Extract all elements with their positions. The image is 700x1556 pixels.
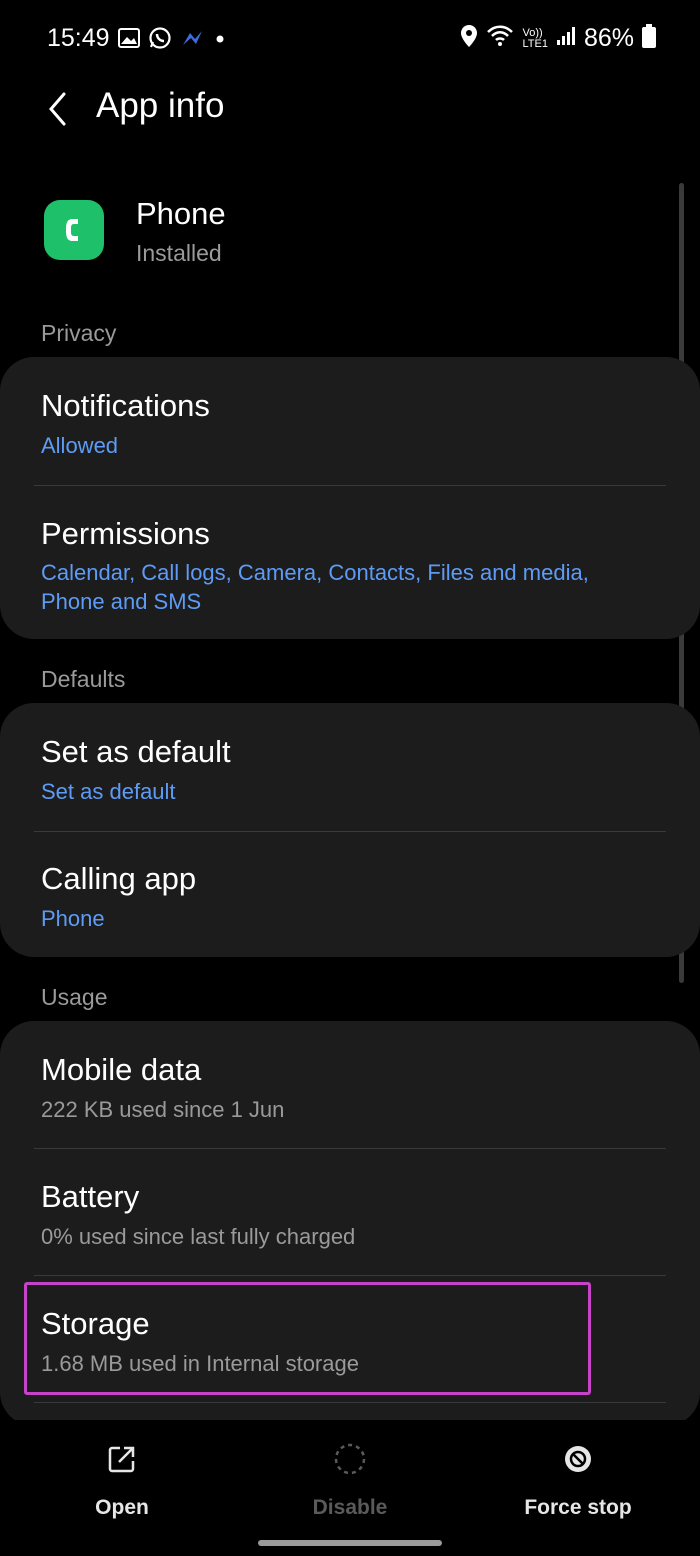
notifications-row[interactable]: Notifications Allowed xyxy=(0,357,700,485)
gallery-icon xyxy=(118,28,140,53)
battery-icon xyxy=(642,24,656,53)
page-title: App info xyxy=(96,86,225,125)
row-title: Permissions xyxy=(41,516,210,551)
row-subtitle: 222 KB used since 1 Jun xyxy=(41,1097,285,1122)
disable-icon xyxy=(250,1440,450,1478)
back-button[interactable] xyxy=(36,84,80,134)
messenger-icon xyxy=(180,27,206,54)
row-title: Notifications xyxy=(41,388,210,423)
location-icon xyxy=(460,24,478,53)
volte-icon: Vo)) LTE1 xyxy=(522,26,548,50)
defaults-card: Set as default Set as default Calling ap… xyxy=(0,703,700,957)
section-label-usage: Usage xyxy=(41,984,108,1010)
chevron-left-icon xyxy=(49,92,66,126)
app-name: Phone xyxy=(136,196,226,231)
open-external-icon xyxy=(22,1440,222,1478)
set-as-default-row[interactable]: Set as default Set as default xyxy=(0,703,700,831)
phone-app-icon xyxy=(44,200,104,260)
row-subtitle: 0% used since last fully charged xyxy=(41,1224,356,1249)
row-subtitle: Calendar, Call logs, Camera, Contacts, F… xyxy=(41,560,589,614)
mobile-data-row[interactable]: Mobile data 222 KB used since 1 Jun xyxy=(0,1021,700,1148)
force-stop-button[interactable]: Force stop xyxy=(478,1440,678,1520)
action-label: Disable xyxy=(312,1496,388,1519)
row-title: Set as default xyxy=(41,734,231,769)
action-label: Force stop xyxy=(524,1496,632,1519)
action-label: Open xyxy=(95,1496,149,1519)
app-bar: App info xyxy=(0,80,700,140)
status-bar: 15:49 Vo)) LTE1 86% xyxy=(0,0,700,80)
wifi-icon xyxy=(486,24,514,53)
row-subtitle: Set as default xyxy=(41,779,176,804)
notification-icons xyxy=(118,26,226,55)
status-right-icons: Vo)) LTE1 86% xyxy=(460,24,656,53)
row-title: Mobile data xyxy=(41,1052,202,1087)
whatsapp-icon xyxy=(148,26,172,55)
row-title: Battery xyxy=(41,1179,140,1214)
storage-highlight-box xyxy=(24,1282,591,1395)
signal-icon xyxy=(556,26,576,51)
app-header: Phone Installed xyxy=(44,196,664,276)
calling-app-row[interactable]: Calling app Phone xyxy=(0,832,700,957)
privacy-card: Notifications Allowed Permissions Calend… xyxy=(0,357,700,639)
battery-row[interactable]: Battery 0% used since last fully charged xyxy=(0,1149,700,1275)
permissions-row[interactable]: Permissions Calendar, Call logs, Camera,… xyxy=(0,486,700,639)
section-label-defaults: Defaults xyxy=(41,666,126,692)
section-label-privacy: Privacy xyxy=(41,320,117,346)
status-time: 15:49 xyxy=(47,24,110,52)
row-subtitle: Phone xyxy=(41,906,105,931)
home-indicator[interactable] xyxy=(258,1540,442,1546)
battery-percent: 86% xyxy=(583,24,634,52)
disable-button[interactable]: Disable xyxy=(250,1440,450,1520)
row-title: Calling app xyxy=(41,861,197,896)
divider xyxy=(34,1402,666,1403)
dot-icon xyxy=(214,32,226,50)
bottom-action-bar: Open Disable Force stop xyxy=(0,1420,700,1556)
open-button[interactable]: Open xyxy=(22,1440,222,1520)
app-install-status: Installed xyxy=(136,240,222,266)
row-subtitle: Allowed xyxy=(41,433,119,458)
force-stop-icon xyxy=(478,1440,678,1478)
